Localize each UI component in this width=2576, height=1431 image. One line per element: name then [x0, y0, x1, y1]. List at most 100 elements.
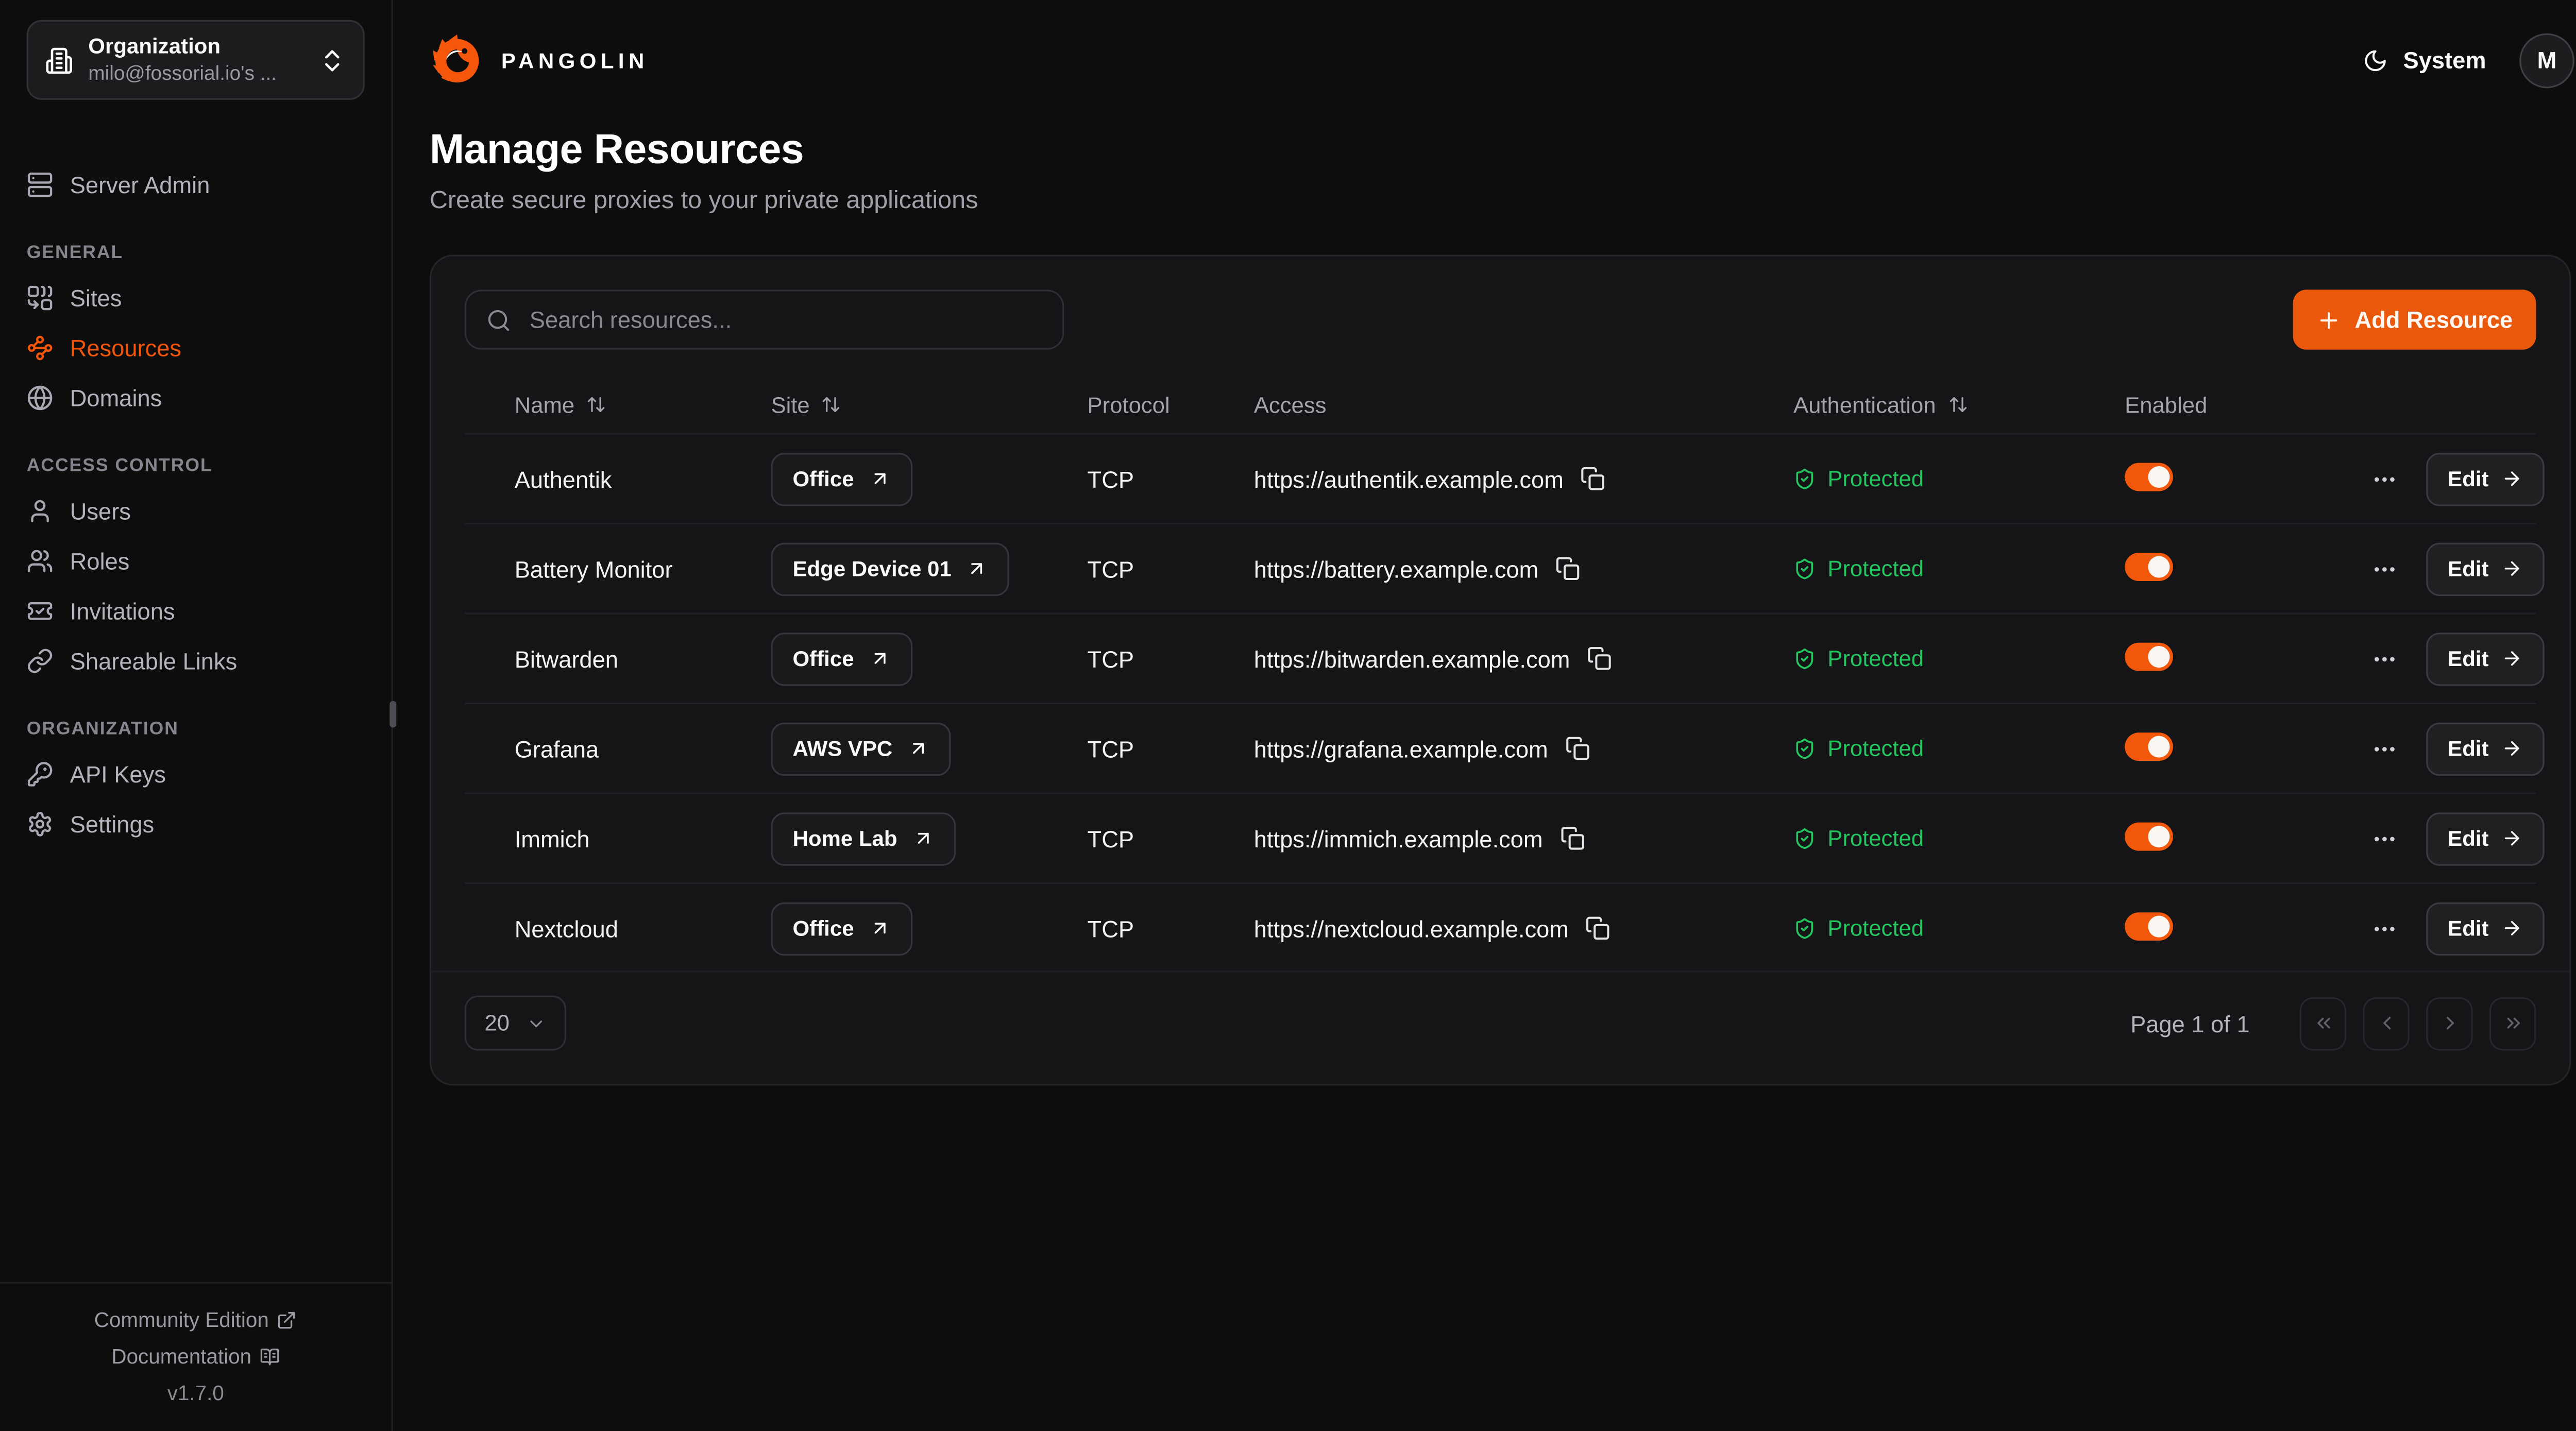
add-resource-button[interactable]: Add Resource: [2293, 289, 2536, 349]
sidebar-item-invitations[interactable]: Invitations: [13, 586, 378, 636]
ellipsis-icon: [2371, 735, 2398, 762]
enabled-toggle[interactable]: [2125, 552, 2173, 580]
edit-button[interactable]: Edit: [2426, 632, 2544, 685]
arrow-up-right-icon: [912, 827, 934, 849]
authentication-status: Protected: [1793, 556, 2125, 581]
moon-icon: [2363, 47, 2388, 72]
community-edition-link[interactable]: Community Edition: [0, 1301, 392, 1338]
column-header-name[interactable]: Name: [465, 392, 771, 417]
sidebar-item-label: Domains: [70, 385, 162, 412]
sidebar-item-settings[interactable]: Settings: [13, 799, 378, 849]
enabled-toggle[interactable]: [2125, 462, 2173, 490]
sidebar-item-shareable-links[interactable]: Shareable Links: [13, 636, 378, 686]
search-input[interactable]: [526, 304, 1042, 334]
column-label: Name: [515, 392, 574, 417]
resource-name: Authentik: [465, 465, 771, 492]
sidebar-item-roles[interactable]: Roles: [13, 536, 378, 586]
prev-page-button[interactable]: [2363, 996, 2409, 1049]
sidebar-item-resources[interactable]: Resources: [13, 323, 378, 373]
row-menu-button[interactable]: [2368, 462, 2401, 496]
ellipsis-icon: [2371, 825, 2398, 852]
sidebar-resize-handle[interactable]: [389, 701, 396, 728]
copy-url-button[interactable]: [1587, 646, 1612, 671]
section-label-general: GENERAL: [27, 243, 365, 263]
sidebar-item-label: Shareable Links: [70, 648, 238, 674]
edit-label: Edit: [2448, 826, 2488, 850]
sidebar-item-domains[interactable]: Domains: [13, 373, 378, 423]
top-bar: PANGOLIN System M: [393, 0, 2576, 120]
site-name: Office: [792, 466, 854, 491]
authentication-status: Protected: [1793, 736, 2125, 761]
column-label: Protocol: [1088, 392, 1170, 417]
chevron-down-icon: [526, 1013, 546, 1033]
copy-url-button[interactable]: [1580, 466, 1605, 491]
sidebar-item-users[interactable]: Users: [13, 486, 378, 536]
sidebar-item-label: Sites: [70, 285, 122, 312]
site-name: AWS VPC: [792, 736, 892, 761]
avatar[interactable]: M: [2519, 32, 2574, 88]
edit-button[interactable]: Edit: [2426, 542, 2544, 595]
arrow-right-icon: [2500, 558, 2522, 580]
site-link-button[interactable]: Edge Device 01: [771, 542, 1009, 595]
site-link-button[interactable]: Home Lab: [771, 812, 955, 865]
enabled-toggle[interactable]: [2125, 732, 2173, 760]
row-menu-button[interactable]: [2368, 552, 2401, 585]
site-link-button[interactable]: AWS VPC: [771, 722, 951, 775]
page-size-select[interactable]: 20: [465, 996, 566, 1051]
pagination-bar: 20 Page 1 of 1: [431, 970, 2569, 1084]
last-page-button[interactable]: [2489, 996, 2536, 1049]
sidebar: Organization milo@fossorial.io's ... Ser…: [0, 0, 393, 1431]
chevron-right-icon: [2438, 1012, 2460, 1034]
copy-url-button[interactable]: [1555, 556, 1580, 581]
ellipsis-icon: [2371, 915, 2398, 942]
table-row: Nextcloud Office TCP https://nextcloud.e…: [465, 882, 2536, 973]
documentation-link[interactable]: Documentation: [0, 1338, 392, 1374]
first-page-button[interactable]: [2300, 996, 2346, 1049]
shield-check-icon: [1793, 917, 1816, 940]
site-link-button[interactable]: Office: [771, 901, 912, 955]
toggle-knob: [2148, 735, 2170, 757]
row-menu-button[interactable]: [2368, 642, 2401, 675]
authentication-status: Protected: [1793, 916, 2125, 941]
copy-url-button[interactable]: [1560, 826, 1584, 850]
org-selector[interactable]: Organization milo@fossorial.io's ...: [27, 20, 365, 100]
sidebar-item-sites[interactable]: Sites: [13, 273, 378, 323]
site-name: Home Lab: [792, 826, 897, 850]
next-page-button[interactable]: [2426, 996, 2472, 1049]
row-menu-button[interactable]: [2368, 732, 2401, 765]
sidebar-item-label: Invitations: [70, 598, 175, 624]
protocol-value: TCP: [1088, 825, 1254, 852]
edit-button[interactable]: Edit: [2426, 901, 2544, 955]
enabled-toggle[interactable]: [2125, 642, 2173, 670]
sidebar-item-label: Users: [70, 498, 131, 524]
edit-button[interactable]: Edit: [2426, 722, 2544, 775]
edit-label: Edit: [2448, 466, 2488, 491]
sidebar-item-label: Settings: [70, 811, 155, 838]
pangolin-logo-icon: [430, 32, 485, 88]
sidebar-nav: Server Admin GENERAL Sites Resources Domain…: [0, 100, 392, 1281]
theme-toggle[interactable]: System: [2363, 46, 2486, 73]
combine-icon: [27, 285, 54, 312]
column-header-authentication[interactable]: Authentication: [1793, 392, 2125, 417]
copy-url-button[interactable]: [1585, 916, 1610, 941]
row-menu-button[interactable]: [2368, 822, 2401, 855]
copy-url-button[interactable]: [1565, 736, 1589, 761]
site-link-button[interactable]: Office: [771, 632, 912, 685]
arrow-up-right-icon: [869, 917, 891, 939]
settings-icon: [27, 811, 54, 838]
edit-button[interactable]: Edit: [2426, 812, 2544, 865]
row-menu-button[interactable]: [2368, 912, 2401, 945]
resource-name: Bitwarden: [465, 645, 771, 672]
sidebar-item-server-admin[interactable]: Server Admin: [13, 160, 378, 210]
site-link-button[interactable]: Office: [771, 452, 912, 505]
enabled-toggle[interactable]: [2125, 822, 2173, 850]
column-header-site[interactable]: Site: [771, 392, 1087, 417]
sidebar-item-api-keys[interactable]: API Keys: [13, 749, 378, 799]
edit-button[interactable]: Edit: [2426, 452, 2544, 505]
enabled-toggle[interactable]: [2125, 912, 2173, 940]
key-icon: [27, 761, 54, 788]
site-name: Office: [792, 646, 854, 671]
protocol-value: TCP: [1088, 555, 1254, 582]
copy-icon: [1560, 826, 1584, 850]
card-toolbar: Add Resource: [431, 257, 2569, 377]
